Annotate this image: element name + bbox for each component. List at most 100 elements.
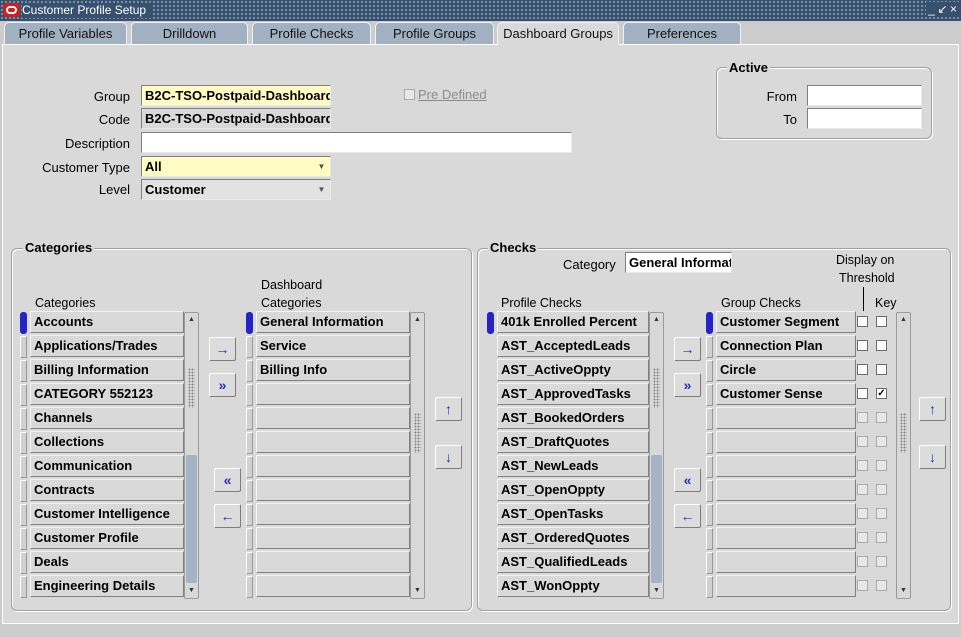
key-checkbox[interactable] [876,580,887,591]
list-item[interactable]: AST_OpenTasks [497,503,649,525]
category-down-button[interactable]: ↓ [435,445,462,469]
minimize-icon[interactable]: _ [926,2,937,17]
record-indicator[interactable] [20,384,27,406]
list-item[interactable] [256,383,410,405]
move-left-button[interactable]: ← [214,504,241,528]
record-indicator[interactable] [20,552,27,574]
record-indicator[interactable] [20,528,27,550]
list-item[interactable]: Billing Info [256,359,410,381]
display-threshold-checkbox[interactable] [857,532,868,543]
scroll-up-icon[interactable]: ▲ [186,314,197,326]
record-indicator[interactable] [246,384,253,406]
list-item[interactable]: General Information [256,311,410,333]
record-indicator[interactable] [706,408,713,430]
check-up-button[interactable]: ↑ [919,397,946,421]
record-indicator[interactable] [246,504,253,526]
display-threshold-checkbox[interactable] [857,412,868,423]
list-item[interactable] [256,575,410,597]
list-item[interactable] [716,431,856,453]
record-indicator[interactable] [20,504,27,526]
list-item[interactable]: Channels [30,407,184,429]
list-item[interactable]: Applications/Trades [30,335,184,357]
list-item[interactable] [716,527,856,549]
record-indicator[interactable] [246,480,253,502]
record-indicator[interactable] [706,480,713,502]
record-indicator[interactable] [20,336,27,358]
display-threshold-checkbox[interactable] [857,556,868,567]
list-item[interactable]: AST_ActiveOppty [497,359,649,381]
key-checkbox[interactable] [876,532,887,543]
record-indicator[interactable] [20,432,27,454]
list-item[interactable] [716,455,856,477]
remove-all-checks-button[interactable]: « [674,468,701,492]
list-item[interactable]: Connection Plan [716,335,856,357]
display-threshold-checkbox[interactable] [857,508,868,519]
key-checkbox[interactable] [876,412,887,423]
record-indicator[interactable] [706,384,713,406]
record-indicator[interactable] [246,576,253,598]
profile-checks-scrollbar[interactable]: ▲ ▼ [649,312,664,599]
move-all-right-button[interactable]: » [209,373,236,397]
record-indicator[interactable] [246,336,253,358]
record-indicator[interactable] [706,312,713,334]
list-item[interactable]: AST_OpenOppty [497,479,649,501]
record-indicator[interactable] [20,312,27,334]
tab-drilldown[interactable]: Drilldown [131,22,248,44]
display-threshold-checkbox[interactable] [857,460,868,471]
record-indicator[interactable] [706,456,713,478]
list-item[interactable]: AST_AcceptedLeads [497,335,649,357]
dashboard-categories-scrollbar[interactable]: ▲ ▼ [410,312,425,599]
record-indicator[interactable] [246,360,253,382]
record-indicator[interactable] [246,312,253,334]
list-item[interactable] [256,407,410,429]
record-indicator[interactable] [706,360,713,382]
record-indicator[interactable] [246,456,253,478]
level-select[interactable]: Customer ▼ [141,179,331,200]
list-item[interactable]: Communication [30,455,184,477]
list-item[interactable]: AST_NewLeads [497,455,649,477]
key-checkbox[interactable] [876,460,887,471]
scroll-down-icon[interactable]: ▼ [898,585,909,597]
from-date-field[interactable] [807,85,922,106]
tab-profile-variables[interactable]: Profile Variables [4,22,127,44]
chevron-down-icon[interactable]: ▼ [314,158,329,175]
record-indicator[interactable] [706,336,713,358]
to-date-field[interactable] [807,108,922,129]
list-item[interactable] [716,503,856,525]
key-checkbox[interactable] [876,484,887,495]
record-indicator[interactable] [246,552,253,574]
record-indicator[interactable] [706,528,713,550]
record-indicator[interactable] [487,312,494,334]
tab-profile-checks[interactable]: Profile Checks [252,22,371,44]
restore-icon[interactable]: ↙ [937,2,948,17]
tab-dashboard-groups[interactable]: Dashboard Groups [497,22,619,45]
record-indicator[interactable] [706,552,713,574]
check-down-button[interactable]: ↓ [919,445,946,469]
record-indicator[interactable] [246,528,253,550]
available-categories-scrollbar[interactable]: ▲ ▼ [184,312,199,599]
display-threshold-checkbox[interactable] [857,436,868,447]
record-indicator[interactable] [706,504,713,526]
list-item[interactable]: Accounts [30,311,184,333]
display-threshold-checkbox[interactable] [857,316,868,327]
group-field[interactable]: B2C-TSO-Postpaid-Dashboard [141,85,331,106]
record-indicator[interactable] [706,576,713,598]
list-item[interactable]: Customer Profile [30,527,184,549]
scroll-thumb[interactable] [186,455,197,583]
list-item[interactable]: AST_QualifiedLeads [497,551,649,573]
remove-check-button[interactable]: ← [674,504,701,528]
move-all-left-button[interactable]: « [214,468,241,492]
tab-preferences[interactable]: Preferences [623,22,741,44]
record-indicator[interactable] [246,408,253,430]
list-item[interactable]: Service [256,335,410,357]
key-checkbox[interactable] [876,436,887,447]
list-item[interactable]: Engineering Details [30,575,184,597]
list-item[interactable]: Circle [716,359,856,381]
list-item[interactable]: Customer Segment [716,311,856,333]
description-field[interactable] [141,132,572,153]
key-checkbox[interactable] [876,556,887,567]
list-item[interactable]: AST_BookedOrders [497,407,649,429]
scroll-down-icon[interactable]: ▼ [651,585,662,597]
list-item[interactable]: Billing Information [30,359,184,381]
display-threshold-checkbox[interactable] [857,388,868,399]
